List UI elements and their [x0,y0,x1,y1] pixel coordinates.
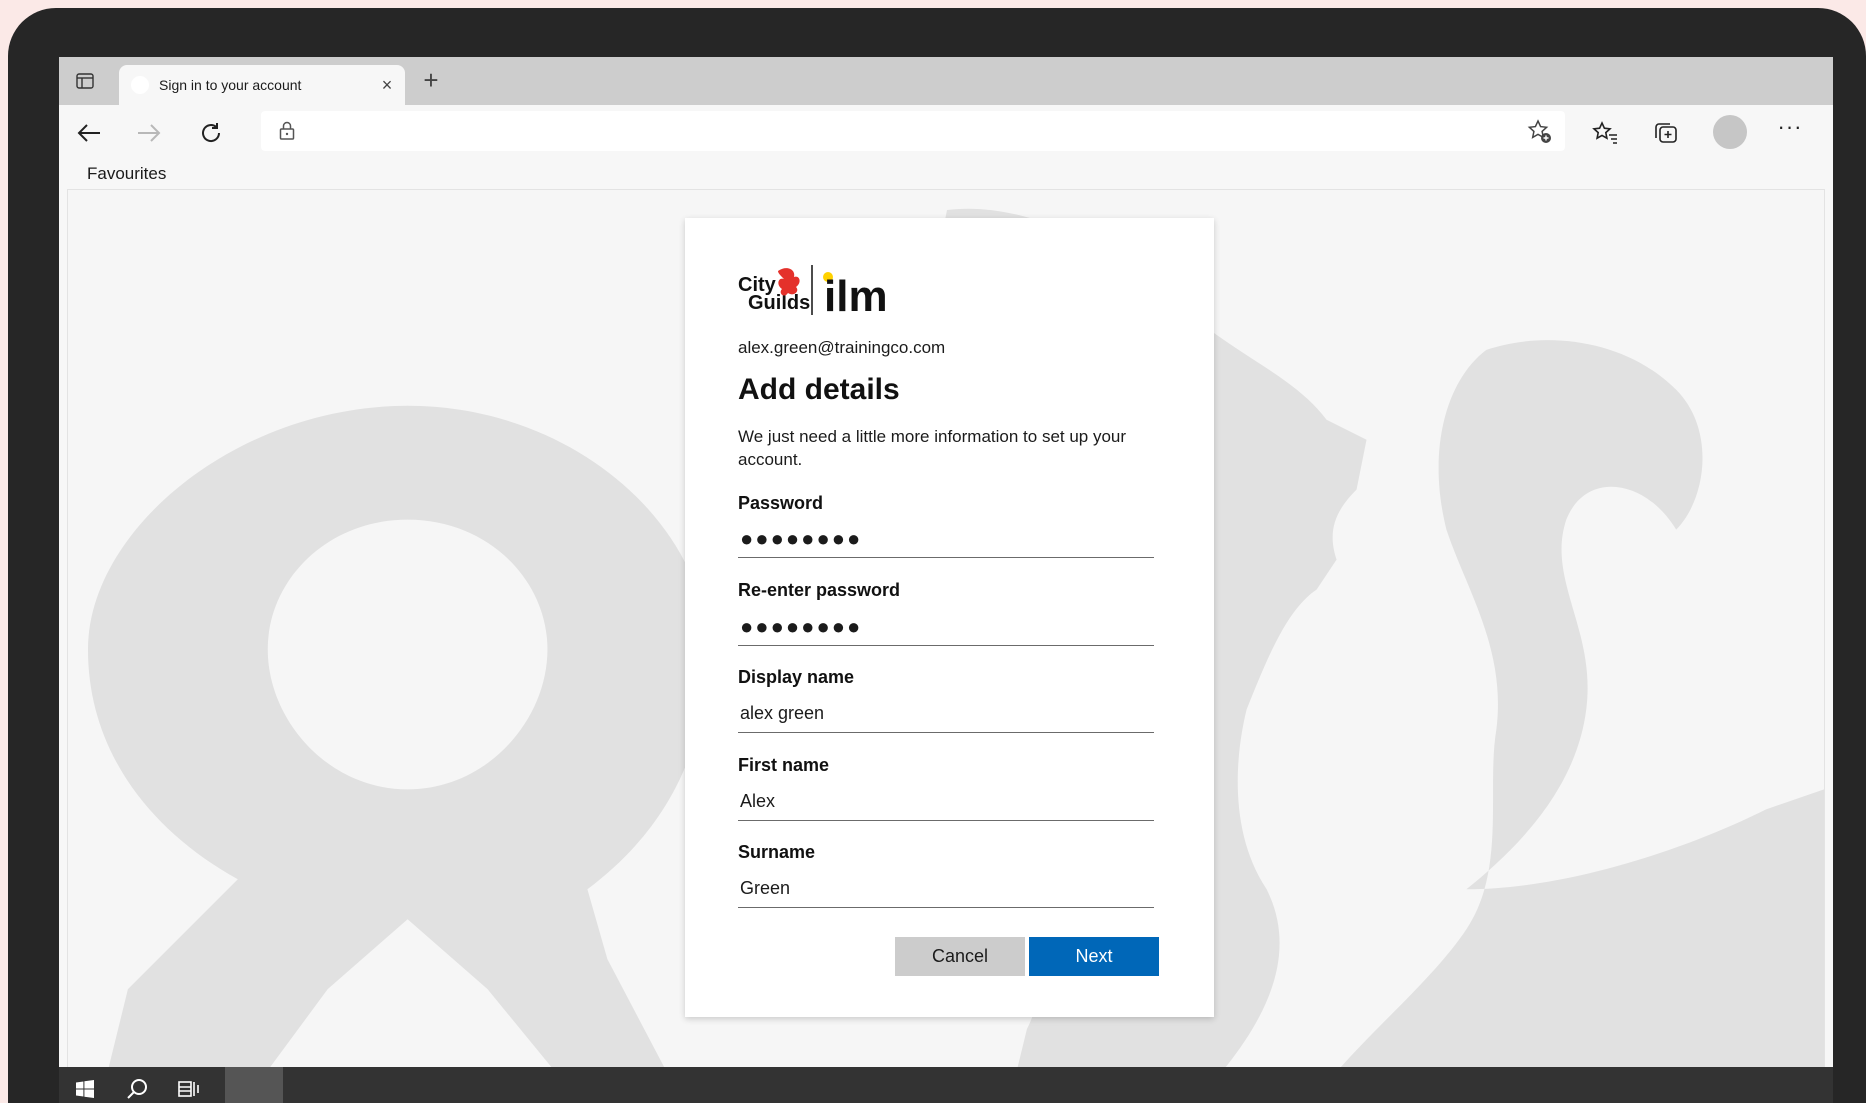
first-name-label: First name [738,755,830,775]
logo-ilm-text: ilm [824,272,888,319]
lock-icon[interactable] [279,121,295,146]
screen: Sign in to your account × + ··· Favourit… [59,57,1833,1103]
taskbar-active-app[interactable] [225,1067,283,1103]
surname-field[interactable] [738,870,1154,908]
taskbar [59,1067,1833,1103]
next-button[interactable]: Next [1029,937,1159,976]
display-name-field[interactable] [738,695,1154,733]
tab-sign-in[interactable]: Sign in to your account × [119,65,405,105]
back-arrow-icon[interactable] [73,117,105,149]
brand-logo: City Guilds ilm [738,263,938,321]
first-name-field[interactable] [738,783,1154,821]
sign-in-card: City Guilds ilm alex.green@trainingco.co… [685,218,1214,1017]
close-icon[interactable]: × [377,75,397,95]
password-label: Password [738,493,824,513]
user-email: alex.green@trainingco.com [738,338,946,357]
tab-title: Sign in to your account [159,77,302,93]
search-icon[interactable] [111,1067,163,1103]
refresh-icon[interactable] [195,117,227,149]
logo-lion-icon [778,268,800,296]
add-favourite-icon[interactable] [1527,119,1553,150]
forward-arrow-icon[interactable] [133,117,165,149]
logo-guilds-text: Guilds [748,292,810,314]
tab-strip: Sign in to your account × + [59,57,1833,105]
tab-actions-icon[interactable] [73,69,97,93]
page-content: City Guilds ilm alex.green@trainingco.co… [67,189,1825,1103]
favourites-label[interactable]: Favourites [87,164,166,184]
reenter-password-label: Re-enter password [738,580,901,600]
cancel-button[interactable]: Cancel [895,937,1025,976]
plus-icon[interactable]: + [417,67,445,95]
address-bar[interactable] [261,111,1565,151]
surname-label: Surname [738,842,816,862]
windows-start-icon[interactable] [59,1067,111,1103]
form-description: We just need a little more information t… [738,427,1127,469]
collections-icon[interactable] [1650,117,1682,149]
browser-toolbar [59,105,1833,159]
laptop-frame: Sign in to your account × + ··· Favourit… [8,8,1866,1103]
reenter-password-field[interactable] [738,608,1154,646]
favourites-icon[interactable] [1589,117,1621,149]
favourites-bar: Favourites [59,159,1833,189]
profile-avatar[interactable] [1713,115,1747,149]
task-view-icon[interactable] [163,1067,215,1103]
page-title: Add details [738,373,900,406]
favicon-icon [131,76,149,94]
password-field[interactable] [738,520,1154,558]
display-name-label: Display name [738,667,855,687]
more-options-icon[interactable]: ··· [1773,115,1807,149]
